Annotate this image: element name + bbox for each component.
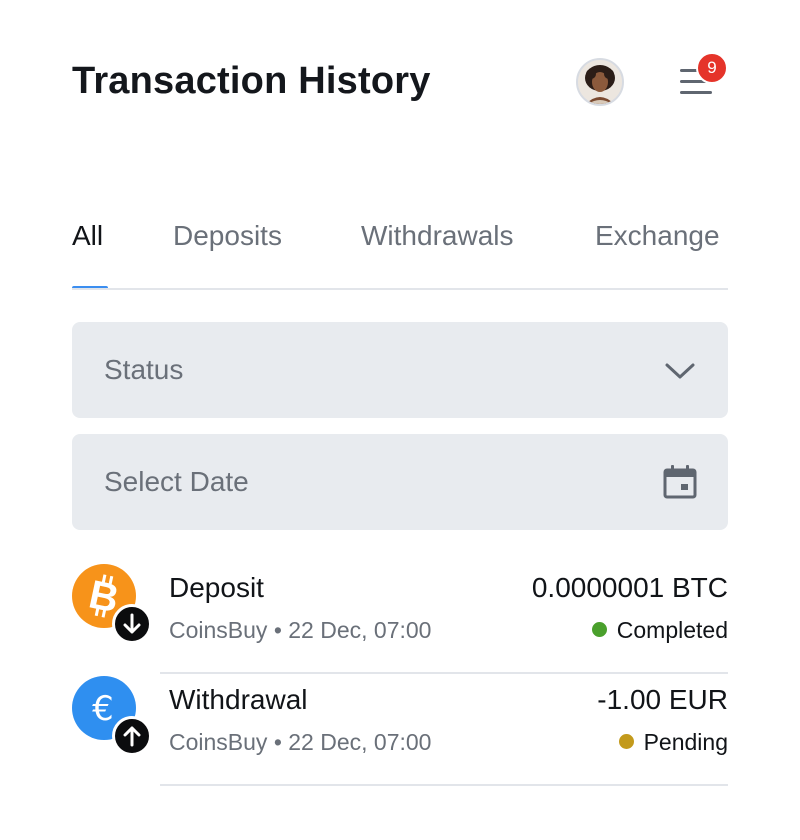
status-select-label: Status: [104, 354, 184, 385]
tab-withdrawals[interactable]: Withdrawals: [361, 220, 513, 252]
status-label: Pending: [643, 729, 728, 755]
transaction-source: CoinsBuy • 22 Dec, 07:00: [169, 729, 432, 755]
status-label: Completed: [616, 617, 728, 643]
transaction-row[interactable]: B Deposit CoinsBuy • 22 Dec, 07:00 0.000…: [72, 562, 728, 674]
status-dot: [618, 734, 634, 749]
tab-exchange[interactable]: Exchange: [595, 220, 720, 252]
transaction-type: Withdrawal: [169, 684, 308, 715]
transaction-row[interactable]: € Withdrawal CoinsBuy • 22 Dec, 07:00 -1…: [72, 674, 728, 786]
avatar[interactable]: [576, 58, 624, 106]
tab-all[interactable]: All: [72, 220, 103, 252]
transaction-type: Deposit: [169, 572, 264, 603]
status-dot: [591, 622, 607, 637]
page-title: Transaction History: [72, 60, 431, 102]
hamburger-icon-line: [680, 91, 712, 94]
menu-button[interactable]: 9: [672, 52, 728, 104]
status-badge: Pending: [618, 729, 728, 756]
chevron-down-icon: [665, 363, 695, 379]
arrow-down-icon: [112, 604, 152, 644]
active-tab-indicator: [72, 286, 108, 288]
date-picker-label: Select Date: [104, 466, 249, 497]
calendar-icon: [663, 465, 697, 499]
tab-bar: All Deposits Withdrawals Exchange: [72, 210, 728, 290]
divider: [160, 784, 728, 786]
svg-text:€: €: [92, 689, 114, 729]
notification-badge: 9: [696, 52, 728, 84]
status-badge: Completed: [591, 617, 728, 644]
transaction-amount: 0.0000001 BTC: [531, 572, 728, 603]
transaction-amount: -1.00 EUR: [597, 684, 728, 715]
arrow-up-icon: [112, 716, 152, 756]
status-select[interactable]: Status: [72, 322, 728, 418]
transaction-history-screen: Transaction History 9 All Deposits Withd…: [0, 0, 800, 840]
transaction-source: CoinsBuy • 22 Dec, 07:00: [169, 617, 432, 643]
avatar-image: [578, 60, 622, 104]
tab-deposits[interactable]: Deposits: [173, 220, 282, 252]
date-picker[interactable]: Select Date: [72, 434, 728, 530]
